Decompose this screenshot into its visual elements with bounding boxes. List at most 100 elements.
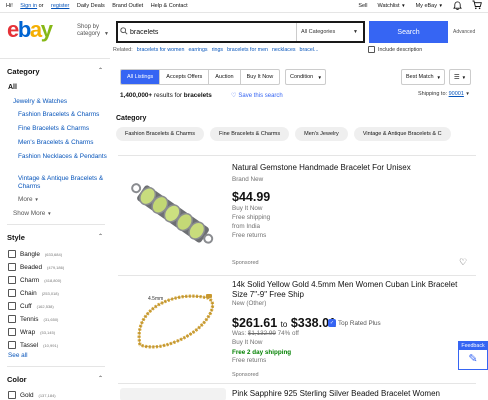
color-filter-gold[interactable]: Gold (137,184) [8, 391, 56, 399]
related-link[interactable]: bracel... [300, 47, 319, 53]
chevron-up-icon[interactable]: ⌃ [98, 67, 103, 74]
show-more-link[interactable]: Show More ▼ [13, 210, 108, 218]
category-pill[interactable]: Men's Jewelry [295, 127, 348, 141]
chevron-down-icon: ▼ [438, 3, 443, 8]
include-description-checkbox[interactable]: Include description [368, 46, 422, 53]
style-filter-charm[interactable]: Charm (418,800) [8, 276, 61, 284]
related-link[interactable]: rings [212, 47, 223, 53]
item-returns: Free returns [232, 232, 267, 239]
item-price: $44.99 [232, 190, 271, 204]
search-icon [118, 27, 130, 37]
item-title[interactable]: Pink Sapphire 925 Sterling Silver Beaded… [232, 389, 472, 399]
chevron-down-icon: ▼ [401, 3, 406, 8]
style-filter-chain[interactable]: Chain (253,018) [8, 289, 59, 297]
feedback-label: Feedback [459, 342, 487, 350]
item-condition: Brand New [232, 176, 264, 183]
style-filter-bangle[interactable]: Bangle (633,684) [8, 250, 62, 258]
category-pill[interactable]: Vintage & Antique Bracelets & C [353, 127, 451, 141]
cart-icon[interactable] [472, 0, 482, 12]
sponsored-label: Sponsored [232, 372, 259, 378]
chevron-down-icon: ▼ [317, 74, 322, 80]
watchlist-menu[interactable]: Watchlist ▼ [377, 3, 405, 9]
tab-auction[interactable]: Auction [209, 70, 241, 84]
item-delivery: Free 2 day shipping [232, 349, 292, 356]
register-link[interactable]: register [51, 3, 69, 9]
help-contact-link[interactable]: Help & Contact [151, 3, 188, 9]
related-searches: Related: bracelets for women earrings rings… [113, 47, 319, 53]
chevron-up-icon[interactable]: ⌃ [98, 233, 103, 240]
shop-by-category-button[interactable]: Shop by category ▼ [77, 24, 113, 38]
view-toggle[interactable]: ☰ ▼ [449, 69, 471, 85]
related-link[interactable]: bracelets for men [227, 47, 268, 53]
bell-icon[interactable] [453, 0, 462, 12]
more-link[interactable]: More ▼ [18, 196, 113, 204]
listing-item: 4.5mm 14k Solid Yellow Gold 4.5mm Men Wo… [118, 275, 476, 386]
style-filter-tassel[interactable]: Tassel (10,991) [8, 341, 58, 349]
item-image-caption: 4.5mm [148, 296, 163, 302]
tab-all-listings[interactable]: All Listings [121, 70, 161, 84]
category-all[interactable]: All [8, 84, 17, 91]
related-link[interactable]: necklaces [272, 47, 296, 53]
see-all-link[interactable]: See all [8, 352, 103, 360]
feedback-button[interactable]: Feedback ✎ [458, 341, 488, 370]
listing-item: Pink Sapphire 925 Sterling Silver Beaded… [118, 383, 476, 400]
tab-accepts-offers[interactable]: Accepts Offers [160, 70, 210, 84]
daily-deals-link[interactable]: Daily Deals [77, 3, 105, 9]
search-button[interactable]: Search [369, 21, 448, 43]
category-pill[interactable]: Fine Bracelets & Charms [210, 127, 290, 141]
item-title[interactable]: 14k Solid Yellow Gold 4.5mm Men Women Cu… [232, 280, 472, 299]
item-title[interactable]: Natural Gemstone Handmade Bracelet For U… [232, 163, 472, 173]
checkbox[interactable] [368, 46, 375, 53]
category-link[interactable]: Fine Bracelets & Charms [18, 125, 113, 133]
item-image[interactable] [120, 161, 226, 267]
ebay-logo[interactable]: ebay [7, 19, 53, 41]
results-count: 1,400,000+ results for bracelets [120, 92, 212, 99]
save-search-button[interactable]: ♡ Save this search [231, 92, 283, 100]
brand-outlet-link[interactable]: Brand Outlet [112, 3, 143, 9]
shipping-to[interactable]: Shipping to: 90001 ▼ [418, 91, 470, 97]
heart-icon[interactable]: ♡ [459, 257, 467, 268]
style-filter-cuff[interactable]: Cuff (162,538) [8, 302, 54, 310]
listing-tabs: All Listings Accepts Offers Auction Buy … [120, 69, 281, 85]
item-image[interactable]: 4.5mm [120, 280, 226, 386]
edit-icon: ✎ [468, 353, 478, 365]
chevron-down-icon: ▼ [436, 74, 441, 80]
chevron-up-icon[interactable]: ⌃ [98, 375, 103, 382]
listing-item: Natural Gemstone Handmade Bracelet For U… [118, 155, 476, 275]
style-filter-tennis[interactable]: Tennis (31,650) [8, 315, 58, 323]
chevron-down-icon: ▼ [465, 91, 470, 96]
chevron-down-icon: ▼ [47, 211, 52, 216]
top-rated-badge: ✓ Top Rated Plus [328, 319, 381, 327]
style-filter-wrap[interactable]: Wrap (53,145) [8, 328, 55, 336]
sell-link[interactable]: Sell [358, 3, 367, 9]
category-link[interactable]: Jewelry & Watches [13, 98, 108, 106]
item-buy-format: Buy It Now [232, 205, 263, 212]
related-link[interactable]: earrings [188, 47, 207, 53]
category-select[interactable]: All Categories ▼ [296, 23, 363, 41]
style-filter-beaded[interactable]: Beaded (479,186) [8, 263, 64, 271]
item-price-range: $261.61 to $338.01 [232, 316, 337, 330]
category-link[interactable]: Fashion Necklaces & Pendants [18, 153, 113, 161]
greeting: Hi! Sign in or register [6, 3, 70, 9]
sign-in-link[interactable]: Sign in [20, 3, 37, 9]
top-bar: Hi! Sign in or register Daily Deals Bran… [0, 0, 488, 13]
tab-buy-it-now[interactable]: Buy It Now [241, 70, 280, 84]
category-link[interactable]: Vintage & Antique Bracelets & Charms [18, 175, 113, 191]
my-ebay-menu[interactable]: My eBay ▼ [416, 3, 443, 9]
related-link[interactable]: bracelets for women [137, 47, 185, 53]
category-pills: Fashion Bracelets & Charms Fine Bracelet… [116, 127, 451, 141]
item-condition: New (Other) [232, 300, 267, 307]
color-heading: Color [7, 375, 27, 384]
chevron-down-icon: ▼ [353, 29, 358, 35]
list-view-icon: ☰ [453, 74, 460, 81]
category-pill[interactable]: Fashion Bracelets & Charms [116, 127, 204, 141]
divider [7, 366, 105, 367]
advanced-search-link[interactable]: Advanced [453, 29, 475, 35]
item-image[interactable] [120, 388, 226, 400]
condition-dropdown[interactable]: Condition ▼ [285, 69, 326, 85]
category-link[interactable]: Men's Bracelets & Charms [18, 139, 113, 147]
item-shipping: Free shipping [232, 214, 271, 221]
sort-dropdown[interactable]: Best Match ▼ [401, 69, 445, 85]
category-link[interactable]: Fashion Bracelets & Charms [18, 111, 113, 119]
top-rated-icon: ✓ [328, 319, 336, 327]
